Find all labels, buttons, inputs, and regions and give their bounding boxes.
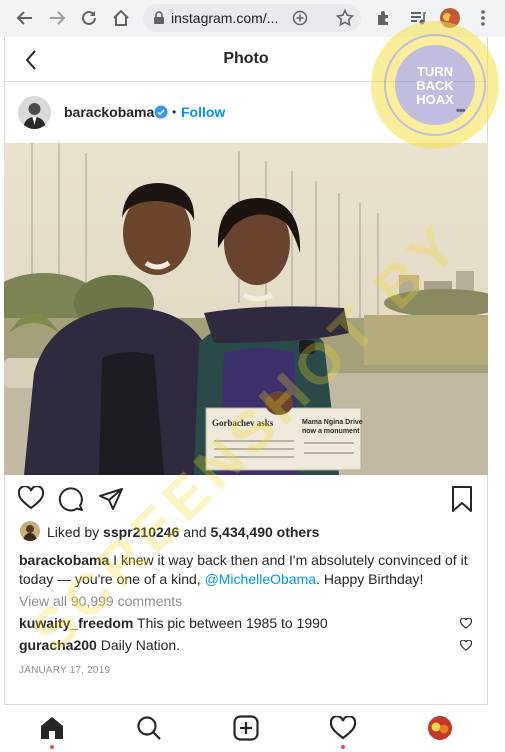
more-options-button[interactable]: ••• [456,102,466,120]
reload-icon[interactable] [76,5,102,31]
newspaper-headline-right-1: Mama Ngina Drive [302,419,363,426]
likes-others[interactable]: 5,434,490 others [210,524,319,540]
nav-search-icon[interactable] [134,713,164,743]
bookmark-icon[interactable] [450,486,474,517]
avatar[interactable] [18,96,51,129]
caption-line-2: today — you're one of a kind, @MichelleO… [19,570,423,588]
liker-username[interactable]: sspr210246 [103,524,179,540]
comment-row: guracha200 Daily Nation. [19,636,180,654]
caption-text-3: . Happy Birthday! [316,571,424,587]
like-heart-icon[interactable] [17,485,45,515]
share-icon[interactable] [98,487,124,516]
post-date[interactable]: JANUARY 17, 2019 [19,665,110,676]
back-chevron-icon[interactable] [20,49,42,71]
post-photo[interactable]: Gorbachev asks Mama Ngina Drive now a mo… [4,143,488,475]
back-arrow-icon[interactable] [12,5,38,31]
add-tab-icon[interactable] [292,10,308,26]
extensions-icon[interactable] [371,5,397,31]
comment-username[interactable]: kuwaity_freedom [19,615,133,631]
lock-icon [153,11,165,25]
page-header: Photo [4,37,488,82]
likes-joiner: and [183,524,207,540]
menu-icon[interactable] [470,5,496,31]
comment-username[interactable]: guracha200 [19,637,97,653]
likes-prefix: Liked by [47,524,100,540]
view-all-comments[interactable]: View all 90,999 comments [19,592,182,610]
liker-avatar[interactable] [20,521,40,541]
follow-separator: • [172,105,177,119]
home-icon[interactable] [108,5,134,31]
caption-text-1: I knew it way back then and I'm absolute… [113,552,468,568]
nav-new-post-icon[interactable] [231,713,261,743]
likes-line: Liked by sspr210246 and 5,434,490 others [47,523,319,541]
nav-profile-avatar[interactable] [425,713,455,743]
nav-activity-icon[interactable] [328,713,358,749]
newspaper-headline-left: Gorbachev asks [212,418,274,428]
follow-button[interactable]: Follow [181,103,225,121]
newspaper-headline-right-2: now a monument [302,428,360,435]
address-url: instagram.com/... [171,10,279,26]
comment-text: This pic between 1985 to 1990 [137,615,328,631]
star-icon[interactable] [332,5,358,31]
home-notification-dot [50,745,54,749]
bottom-nav [4,704,488,752]
comment-like-icon[interactable] [459,616,473,634]
comment-icon[interactable] [58,486,84,517]
profile-icon[interactable] [437,5,463,31]
caption-username[interactable]: barackobama [19,552,109,568]
verified-icon [154,105,168,124]
nav-home-icon[interactable] [37,713,67,749]
post-username[interactable]: barackobama [64,103,154,121]
comment-row: kuwaity_freedom This pic between 1985 to… [19,614,328,632]
media-icon[interactable] [405,5,431,31]
caption-mention[interactable]: @MichelleObama [205,571,316,587]
activity-notification-dot [341,745,345,749]
comment-like-icon[interactable] [459,638,473,656]
caption-text-2: today — you're one of a kind, [19,571,201,587]
caption-line-1: barackobama I knew it way back then and … [19,551,468,569]
forward-arrow-icon[interactable] [44,5,70,31]
page-title: Photo [223,50,269,67]
comment-text: Daily Nation. [100,637,181,653]
address-bar[interactable]: instagram.com/... [143,4,361,32]
